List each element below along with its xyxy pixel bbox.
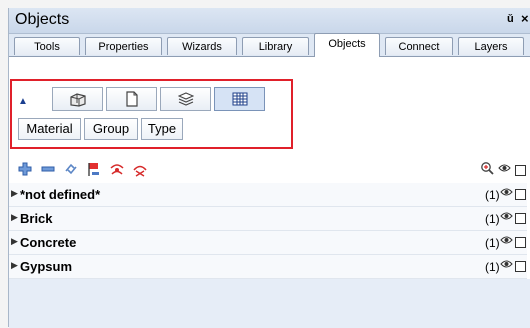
tab-library[interactable]: Library: [242, 37, 309, 55]
list-item[interactable]: ▶ *not defined* (1): [9, 183, 527, 207]
show-all-checkbox[interactable]: [515, 165, 526, 176]
group-by-material-button[interactable]: Material: [18, 118, 81, 140]
tab-connect[interactable]: Connect: [385, 37, 453, 55]
list-item-count: (1): [485, 212, 500, 226]
visibility-checkbox[interactable]: [515, 261, 526, 272]
objects-panel: Objects ǔ × Tools Properties Wizards Lib…: [8, 8, 530, 328]
layers-view-button[interactable]: [160, 87, 211, 111]
visibility-checkbox[interactable]: [515, 189, 526, 200]
list-item-count: (1): [485, 236, 500, 250]
objects-content: ▲ Material Group Type ▶ *not defined* (1…: [9, 56, 530, 328]
building-view-button[interactable]: [52, 87, 103, 111]
eye-icon[interactable]: [500, 259, 513, 269]
eye-icon[interactable]: [498, 163, 511, 173]
grid-view-button[interactable]: [214, 87, 265, 111]
building-icon: [69, 93, 86, 107]
objects-toolbar: [9, 157, 530, 183]
tab-properties[interactable]: Properties: [85, 37, 162, 55]
visibility-checkbox[interactable]: [515, 237, 526, 248]
expand-triangle-icon[interactable]: ▶: [11, 260, 18, 271]
list-item-label: Gypsum: [20, 259, 73, 274]
group-by-group-button[interactable]: Group: [84, 118, 138, 140]
pin-icon[interactable]: ǔ: [507, 13, 514, 25]
expand-triangle-icon[interactable]: ▶: [11, 236, 18, 247]
tab-objects[interactable]: Objects: [314, 33, 380, 57]
list-item[interactable]: ▶ Concrete (1): [9, 231, 527, 255]
close-icon[interactable]: ×: [521, 11, 529, 26]
tab-tools[interactable]: Tools: [14, 37, 80, 55]
panel-titlebar: Objects ǔ ×: [9, 8, 530, 34]
group-by-type-button[interactable]: Type: [141, 118, 183, 140]
zoom-icon[interactable]: [480, 161, 495, 176]
visibility-checkbox[interactable]: [515, 213, 526, 224]
eye-icon[interactable]: [500, 187, 513, 197]
list-item-count: (1): [485, 260, 500, 274]
eye-icon[interactable]: [500, 235, 513, 245]
triangle-up-icon[interactable]: ▲: [18, 96, 28, 107]
grid-icon: [232, 92, 247, 106]
tab-wizards[interactable]: Wizards: [167, 37, 237, 55]
list-item[interactable]: ▶ Gypsum (1): [9, 255, 527, 279]
list-item-label: Brick: [20, 211, 53, 226]
tab-bar: Tools Properties Wizards Library Objects…: [9, 33, 530, 57]
eye-refresh-icon[interactable]: [109, 161, 125, 177]
add-icon[interactable]: [17, 161, 33, 177]
transfer-icon[interactable]: [63, 161, 79, 177]
document-icon: [125, 91, 138, 107]
expand-triangle-icon[interactable]: ▶: [11, 188, 18, 199]
list-item[interactable]: ▶ Brick (1): [9, 207, 527, 231]
view-options-box: ▲ Material Group Type: [10, 79, 293, 149]
expand-triangle-icon[interactable]: ▶: [11, 212, 18, 223]
panel-title: Objects: [15, 11, 70, 28]
remove-icon[interactable]: [40, 161, 56, 177]
list-item-label: *not defined*: [20, 187, 101, 202]
flag-icon[interactable]: [86, 161, 102, 177]
delete-icon[interactable]: [132, 161, 148, 177]
list-item-label: Concrete: [20, 235, 77, 250]
document-view-button[interactable]: [106, 87, 157, 111]
eye-icon[interactable]: [500, 211, 513, 221]
layers-icon: [177, 92, 194, 106]
empty-list-area: [9, 279, 530, 328]
list-item-count: (1): [485, 188, 500, 202]
tab-layers[interactable]: Layers: [458, 37, 524, 55]
